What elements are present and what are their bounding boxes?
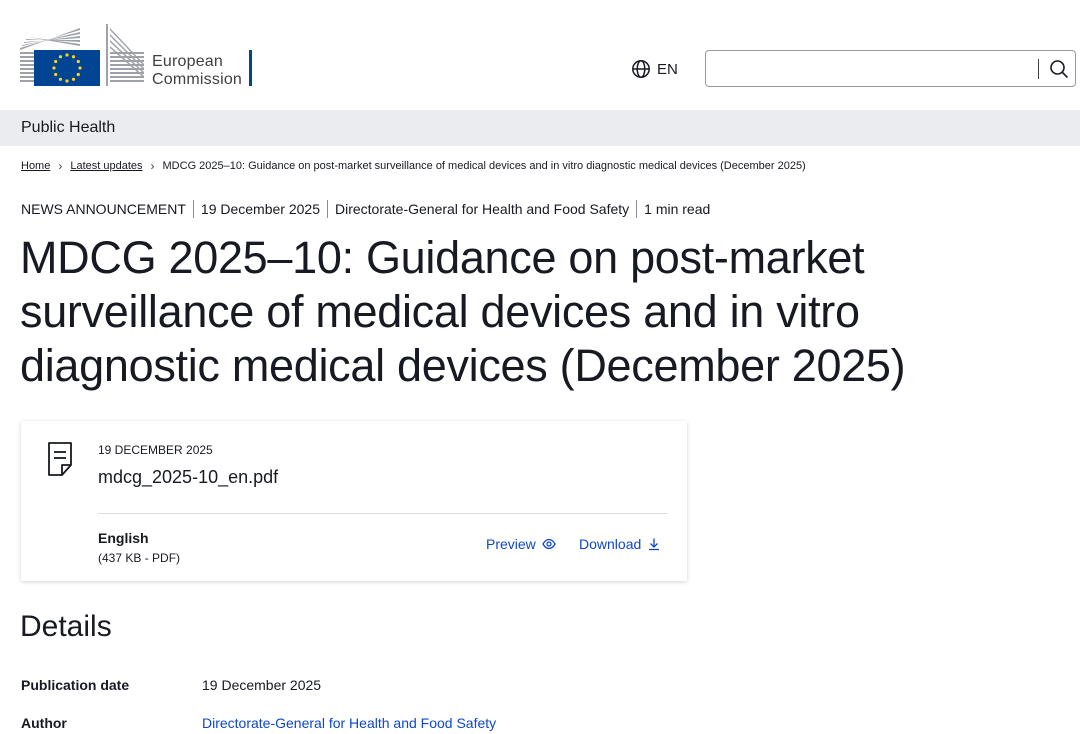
search-box xyxy=(705,50,1076,87)
file-icon xyxy=(48,442,72,476)
logo-text: European Commission xyxy=(152,53,242,89)
file-name: mdcg_2025-10_en.pdf xyxy=(98,467,279,487)
breadcrumb-current: MDCG 2025–10: Guidance on post-market su… xyxy=(162,160,806,172)
download-link[interactable]: Download xyxy=(579,536,661,552)
globe-icon xyxy=(632,60,650,78)
file-card: 19 DECEMBER 2025 mdcg_2025-10_en.pdf Eng… xyxy=(21,421,687,581)
file-language: English xyxy=(98,530,149,546)
meta-date: 19 December 2025 xyxy=(200,201,320,217)
site-header: European Commission EN xyxy=(0,0,1080,110)
search-input[interactable] xyxy=(706,51,1036,86)
search-icon xyxy=(1050,59,1068,78)
meta-department: Directorate-General for Health and Food … xyxy=(334,201,630,217)
detail-value-author[interactable]: Directorate-General for Health and Food … xyxy=(202,715,496,731)
article-meta: NEWS ANNOUNCEMENT 19 December 2025 Direc… xyxy=(21,200,710,218)
logo-line-1: European xyxy=(152,53,223,70)
chevron-right-icon: › xyxy=(58,159,63,173)
download-label: Download xyxy=(579,536,642,552)
eye-icon xyxy=(542,538,556,550)
site-name-link[interactable]: Public Health xyxy=(21,119,115,137)
meta-read-time: 1 min read xyxy=(644,201,711,217)
meta-type: NEWS ANNOUNCEMENT xyxy=(21,201,186,217)
search-button[interactable] xyxy=(1042,51,1076,86)
meta-separator xyxy=(192,200,194,218)
logo-divider xyxy=(249,50,252,86)
breadcrumb: Home › Latest updates › MDCG 2025–10: Gu… xyxy=(21,159,806,173)
page-title: MDCG 2025–10: Guidance on post-market su… xyxy=(20,232,906,391)
download-icon xyxy=(649,538,660,551)
file-divider xyxy=(98,513,667,514)
search-divider xyxy=(1038,59,1039,79)
site-name-bar: Public Health xyxy=(0,110,1080,146)
detail-value-publication-date: 19 December 2025 xyxy=(202,677,322,693)
file-size: (437 KB - PDF) xyxy=(98,551,181,565)
language-selector[interactable]: EN xyxy=(631,59,678,79)
detail-label-publication-date: Publication date xyxy=(21,677,130,693)
language-code: EN xyxy=(657,60,678,78)
meta-separator xyxy=(636,200,638,218)
detail-label-author: Author xyxy=(21,715,67,731)
meta-separator xyxy=(326,200,328,218)
breadcrumb-latest-updates[interactable]: Latest updates xyxy=(70,160,142,172)
file-date: 19 DECEMBER 2025 xyxy=(98,443,213,457)
logo-line-2: Commission xyxy=(152,71,243,88)
details-heading: Details xyxy=(20,610,112,643)
preview-label: Preview xyxy=(486,536,536,552)
chevron-right-icon: › xyxy=(150,159,155,173)
preview-link[interactable]: Preview xyxy=(486,536,556,552)
breadcrumb-home[interactable]: Home xyxy=(21,160,50,172)
